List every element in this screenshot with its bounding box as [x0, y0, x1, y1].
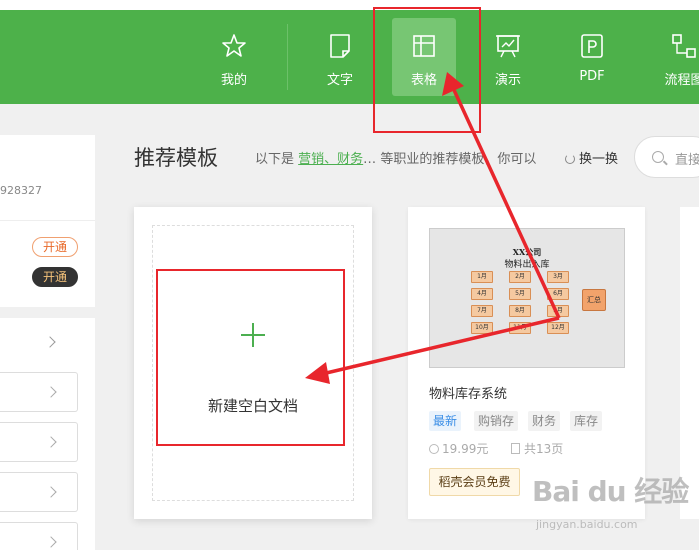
watermark-url: jingyan.baidu.com: [536, 518, 638, 531]
annotation-arrow-left: [321, 316, 560, 376]
annotation-arrow-up: [452, 89, 561, 319]
annotation-arrowhead-up: [442, 72, 464, 96]
watermark-brand: Bai du 经验: [532, 475, 689, 508]
annotation-arrowhead-left: [305, 362, 330, 384]
baidu-jingyan-watermark: Bai du 经验 jingyan.baidu.com: [532, 470, 692, 540]
annotation-arrows: [305, 72, 561, 384]
